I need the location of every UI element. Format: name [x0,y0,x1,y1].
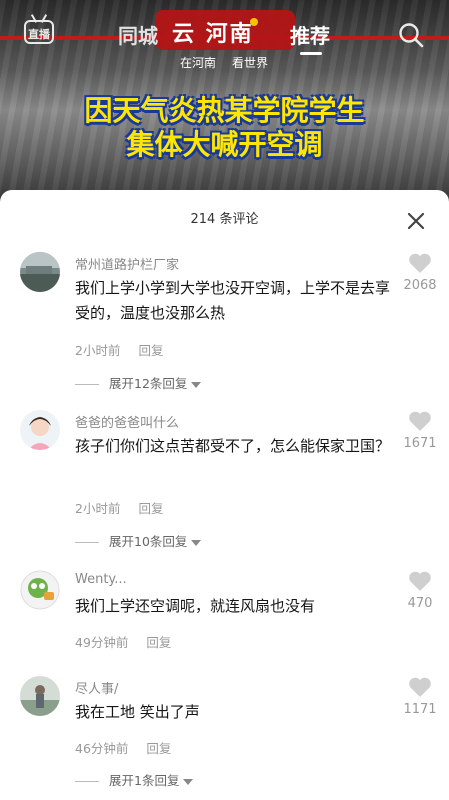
top-nav-bar: 直播 云 河南 同城 关注 推荐 在河南 看世界 [0,0,449,80]
comment-meta: 2小时前 回复 [75,340,163,359]
comment-text: 孩子们你们这点苦都受不了，怎么能保家卫国？ [75,437,391,455]
logo-slogan-left: 在河南 [180,56,217,70]
comment-text: 我们上学小学到大学也没开空调，上学不是去享受的，温度也没那么热 [75,279,391,322]
heart-icon [409,571,431,591]
chevron-down-icon [191,539,202,546]
comment-username[interactable]: 尽人事/ [75,678,118,697]
like-button[interactable]: 2068 [400,252,440,293]
avatar[interactable] [20,570,60,610]
like-count: 1671 [403,436,437,451]
comment-username[interactable]: 常州道路护栏厂家 [75,254,179,273]
comment-meta: 2小时前 回复 [75,498,163,517]
headline-line-2: 集体大喊开空调 [126,128,323,161]
like-button[interactable]: 1171 [400,676,440,717]
expand-replies-button[interactable]: 展开12条回复 [75,373,202,392]
like-button[interactable]: 470 [400,570,440,611]
heart-icon [409,411,431,431]
live-tv-icon[interactable]: 直播 [22,14,56,50]
logo-slogan-right: 看世界 [232,56,269,70]
close-icon[interactable] [405,210,427,232]
expand-replies-label: 展开10条回复 [109,534,188,549]
comment-username[interactable]: 爸爸的爸爸叫什么 [75,412,179,431]
comment-time: 2小时前 [75,343,121,358]
reply-button[interactable]: 回复 [138,343,163,358]
comment-time: 2小时前 [75,501,121,516]
divider [75,781,99,782]
divider [75,542,99,543]
comments-panel: 214 条评论 常州道路护栏厂家 我们上学小学到大学也没开空调，上学不是去享受的… [0,190,449,800]
like-count: 1171 [403,702,437,717]
comment-meta: 49分钟前 回复 [75,632,171,651]
video-headline: 因天气炎热某学院学生 集体大喊开空调 [0,94,449,162]
tab-recommended[interactable]: 推荐 [290,20,330,49]
comments-count-title: 214 条评论 [190,212,259,227]
chevron-down-icon [183,778,194,785]
comment-time: 46分钟前 [75,741,129,756]
heart-icon [409,677,431,697]
headline-line-1: 因天气炎热某学院学生 [84,94,365,127]
like-count: 2068 [403,278,437,293]
expand-replies-label: 展开12条回复 [109,376,188,391]
avatar[interactable] [20,410,60,450]
comment-username[interactable]: Wenty... [75,572,127,587]
expand-replies-button[interactable]: 展开10条回复 [75,531,202,550]
expand-replies-button[interactable]: 展开1条回复 [75,770,194,789]
comment-text: 我们上学还空调呢，就连风扇也没有 [75,597,316,615]
active-tab-indicator [300,52,322,55]
reply-button[interactable]: 回复 [146,635,171,650]
reply-button[interactable]: 回复 [146,741,171,756]
expand-replies-label: 展开1条回复 [109,773,180,788]
like-button[interactable]: 1671 [400,410,440,451]
heart-icon [409,253,431,273]
avatar[interactable] [20,252,60,292]
chevron-down-icon [191,381,202,388]
search-icon[interactable] [398,22,424,48]
tab-local[interactable]: 同城 [118,20,158,49]
comment-time: 49分钟前 [75,635,129,650]
like-count: 470 [407,596,433,611]
comment-text: 我在工地 笑出了声 [75,703,200,721]
live-label: 直播 [28,28,50,41]
divider [75,384,99,385]
avatar[interactable] [20,676,60,716]
comment-meta: 46分钟前 回复 [75,738,171,757]
logo-dot-icon [250,18,258,26]
reply-button[interactable]: 回复 [138,501,163,516]
